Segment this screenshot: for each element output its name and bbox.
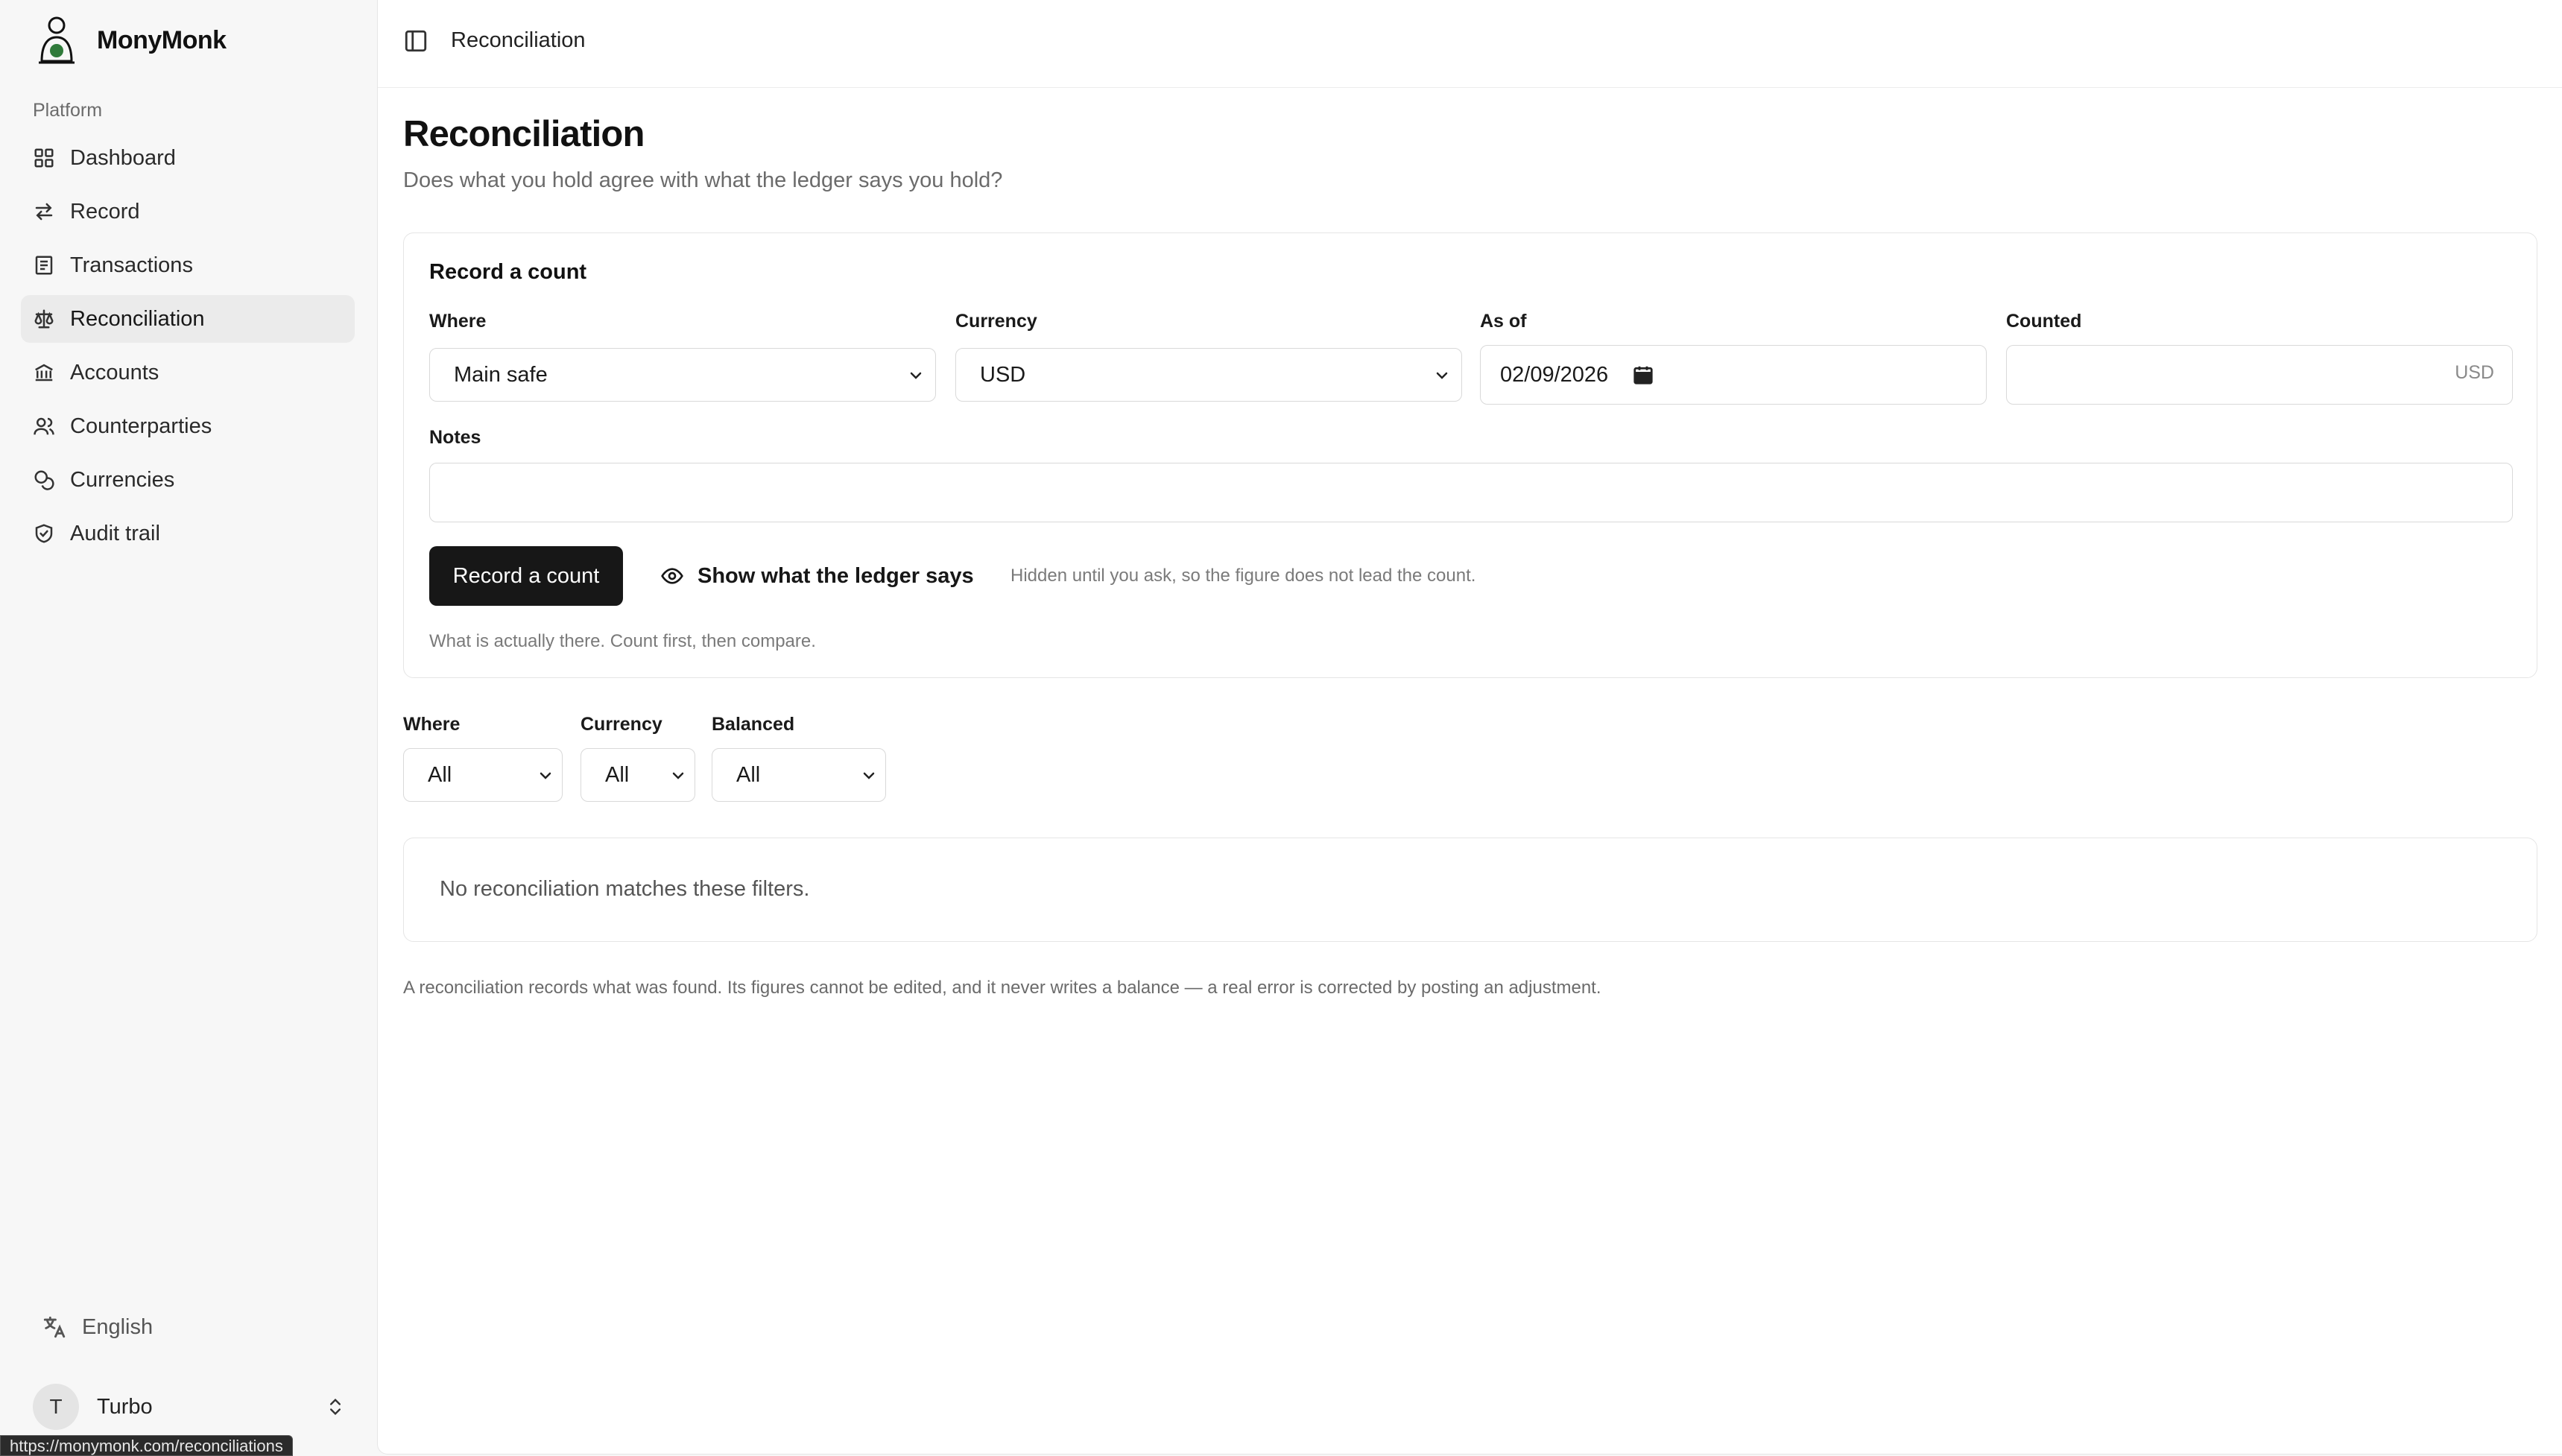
currency-suffix: USD [2455, 362, 2494, 383]
swap-arrows-icon [33, 200, 55, 223]
as-of-label: As of [1480, 311, 1527, 332]
filter-currency-value: All [605, 762, 630, 787]
show-ledger-hint: Hidden until you ask, so the figure does… [1010, 566, 1476, 586]
user-menu[interactable]: T Turbo [33, 1383, 346, 1431]
bank-icon [33, 361, 55, 384]
form-helper-text: What is actually there. Count first, the… [429, 631, 816, 651]
breadcrumb: Reconciliation [451, 28, 586, 52]
coins-icon [33, 469, 55, 491]
filter-where-label: Where [403, 714, 461, 735]
sidebar-item-label: Accounts [70, 360, 159, 384]
user-name: Turbo [97, 1394, 153, 1419]
sidebar-nav: Dashboard Record Transactions Reconcilia… [21, 134, 355, 563]
notes-input[interactable] [429, 463, 2513, 522]
footnote: A reconciliation records what was found.… [403, 978, 1601, 998]
show-ledger-label: Show what the ledger says [698, 563, 974, 588]
filter-currency-label: Currency [581, 714, 662, 735]
language-label: English [82, 1314, 154, 1339]
where-select[interactable]: Main safe [429, 348, 936, 402]
where-select-value: Main safe [454, 362, 548, 387]
page-title: Reconciliation [403, 114, 645, 154]
currency-label: Currency [955, 311, 1037, 332]
brand[interactable]: MonyMonk [33, 15, 227, 66]
page-subtitle: Does what you hold agree with what the l… [403, 168, 1003, 192]
results-empty-state: No reconciliation matches these filters. [403, 838, 2537, 942]
sidebar-item-label: Audit trail [70, 521, 160, 545]
nav-group-label: Platform [33, 100, 103, 121]
show-ledger-button[interactable]: Show what the ledger says [660, 546, 974, 606]
chevron-down-icon [907, 367, 925, 384]
language-switcher[interactable]: English [42, 1314, 153, 1340]
shield-check-icon [33, 522, 55, 545]
card-title: Record a count [429, 260, 587, 284]
sidebar-item-label: Reconciliation [70, 306, 205, 331]
filter-balanced-label: Balanced [712, 714, 795, 735]
chevrons-up-down-icon [325, 1396, 346, 1417]
sidebar: MonyMonk Platform Dashboard Record Trans… [0, 0, 377, 1456]
counted-label: Counted [2006, 311, 2082, 332]
currency-select-value: USD [980, 362, 1026, 387]
as-of-date-input[interactable]: 02/09/2026 [1480, 345, 1987, 405]
sidebar-item-audit-trail[interactable]: Audit trail [21, 510, 355, 557]
grid-icon [33, 147, 55, 169]
main-panel: Reconciliation Reconciliation Does what … [377, 0, 2562, 1455]
monk-logo-icon [39, 16, 75, 64]
receipt-icon [33, 254, 55, 276]
sidebar-item-accounts[interactable]: Accounts [21, 349, 355, 396]
sidebar-item-reconciliation[interactable]: Reconciliation [21, 295, 355, 343]
filter-where-select[interactable]: All [403, 748, 563, 802]
translate-icon [43, 1316, 66, 1338]
sidebar-item-label: Dashboard [70, 145, 176, 170]
where-label: Where [429, 311, 487, 332]
filter-currency-select[interactable]: All [581, 748, 695, 802]
eye-icon [661, 568, 683, 584]
brand-name: MonyMonk [97, 25, 227, 54]
sidebar-item-record[interactable]: Record [21, 188, 355, 235]
sidebar-item-label: Transactions [70, 253, 193, 277]
filter-balanced-select[interactable]: All [712, 748, 886, 802]
counted-input[interactable]: USD [2006, 345, 2513, 405]
sidebar-item-dashboard[interactable]: Dashboard [21, 134, 355, 182]
scale-icon [33, 308, 55, 330]
empty-message: No reconciliation matches these filters. [440, 877, 810, 901]
sidebar-item-counterparties[interactable]: Counterparties [21, 402, 355, 450]
record-count-button[interactable]: Record a count [429, 546, 623, 606]
sidebar-item-label: Counterparties [70, 414, 212, 438]
sidebar-item-label: Record [70, 199, 140, 224]
record-count-card: Record a count Where Main safe Currency … [403, 232, 2537, 678]
chevron-down-icon [537, 767, 554, 785]
chevron-down-icon [1433, 367, 1451, 384]
notes-label: Notes [429, 427, 481, 448]
sidebar-item-transactions[interactable]: Transactions [21, 241, 355, 289]
calendar-icon[interactable] [1632, 364, 1654, 386]
filter-where-value: All [428, 762, 452, 787]
sidebar-item-label: Currencies [70, 467, 175, 492]
chevron-down-icon [669, 767, 687, 785]
currency-select[interactable]: USD [955, 348, 1462, 402]
avatar: T [33, 1384, 79, 1430]
as-of-date-value: 02/09/2026 [1500, 362, 1609, 387]
sidebar-toggle-icon[interactable] [403, 28, 428, 54]
filter-balanced-value: All [736, 762, 761, 787]
users-icon [33, 415, 55, 437]
chevron-down-icon [860, 767, 878, 785]
sidebar-item-currencies[interactable]: Currencies [21, 456, 355, 504]
top-bar: Reconciliation [378, 0, 2562, 88]
link-preview-url: https://monymonk.com/reconciliations [0, 1435, 293, 1456]
